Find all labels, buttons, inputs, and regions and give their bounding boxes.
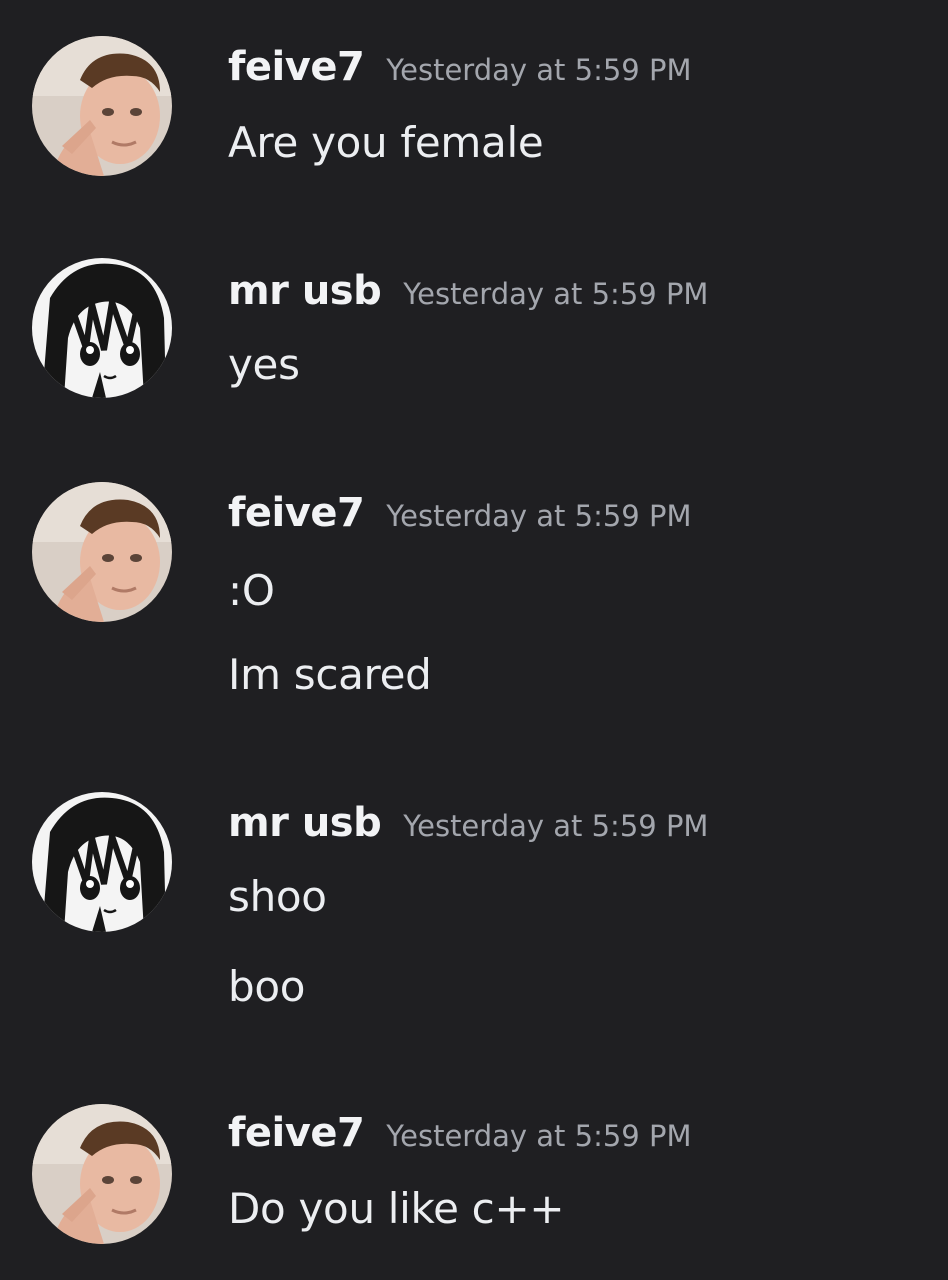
message-header: mr usb Yesterday at 5:59 PM <box>228 268 708 314</box>
timestamp: Yesterday at 5:59 PM <box>386 1119 692 1153</box>
username[interactable]: feive7 <box>228 1110 365 1156</box>
message-text: boo <box>228 962 306 1011</box>
user-avatar-photo[interactable] <box>32 1104 172 1244</box>
username[interactable]: mr usb <box>228 268 382 314</box>
timestamp: Yesterday at 5:59 PM <box>403 277 709 311</box>
message-text: Are you female <box>228 118 544 167</box>
username[interactable]: feive7 <box>228 490 365 536</box>
timestamp: Yesterday at 5:59 PM <box>386 53 692 87</box>
message-text: yes <box>228 340 300 389</box>
message-text: shoo <box>228 872 327 921</box>
timestamp: Yesterday at 5:59 PM <box>386 499 692 533</box>
message-header: feive7 Yesterday at 5:59 PM <box>228 490 692 536</box>
message-text: Im scared <box>228 650 432 699</box>
message-header: feive7 Yesterday at 5:59 PM <box>228 44 692 90</box>
message-text: Do you like c++ <box>228 1184 565 1233</box>
user-avatar-anime[interactable] <box>32 258 172 398</box>
username[interactable]: mr usb <box>228 800 382 846</box>
user-avatar-photo[interactable] <box>32 482 172 622</box>
user-avatar-anime[interactable] <box>32 792 172 932</box>
message-header: feive7 Yesterday at 5:59 PM <box>228 1110 692 1156</box>
message-header: mr usb Yesterday at 5:59 PM <box>228 800 708 846</box>
chat-log: feive7 Yesterday at 5:59 PM Are you femal… <box>0 0 948 1280</box>
timestamp: Yesterday at 5:59 PM <box>403 809 709 843</box>
username[interactable]: feive7 <box>228 44 365 90</box>
user-avatar-photo[interactable] <box>32 36 172 176</box>
message-text: :O <box>228 566 275 615</box>
